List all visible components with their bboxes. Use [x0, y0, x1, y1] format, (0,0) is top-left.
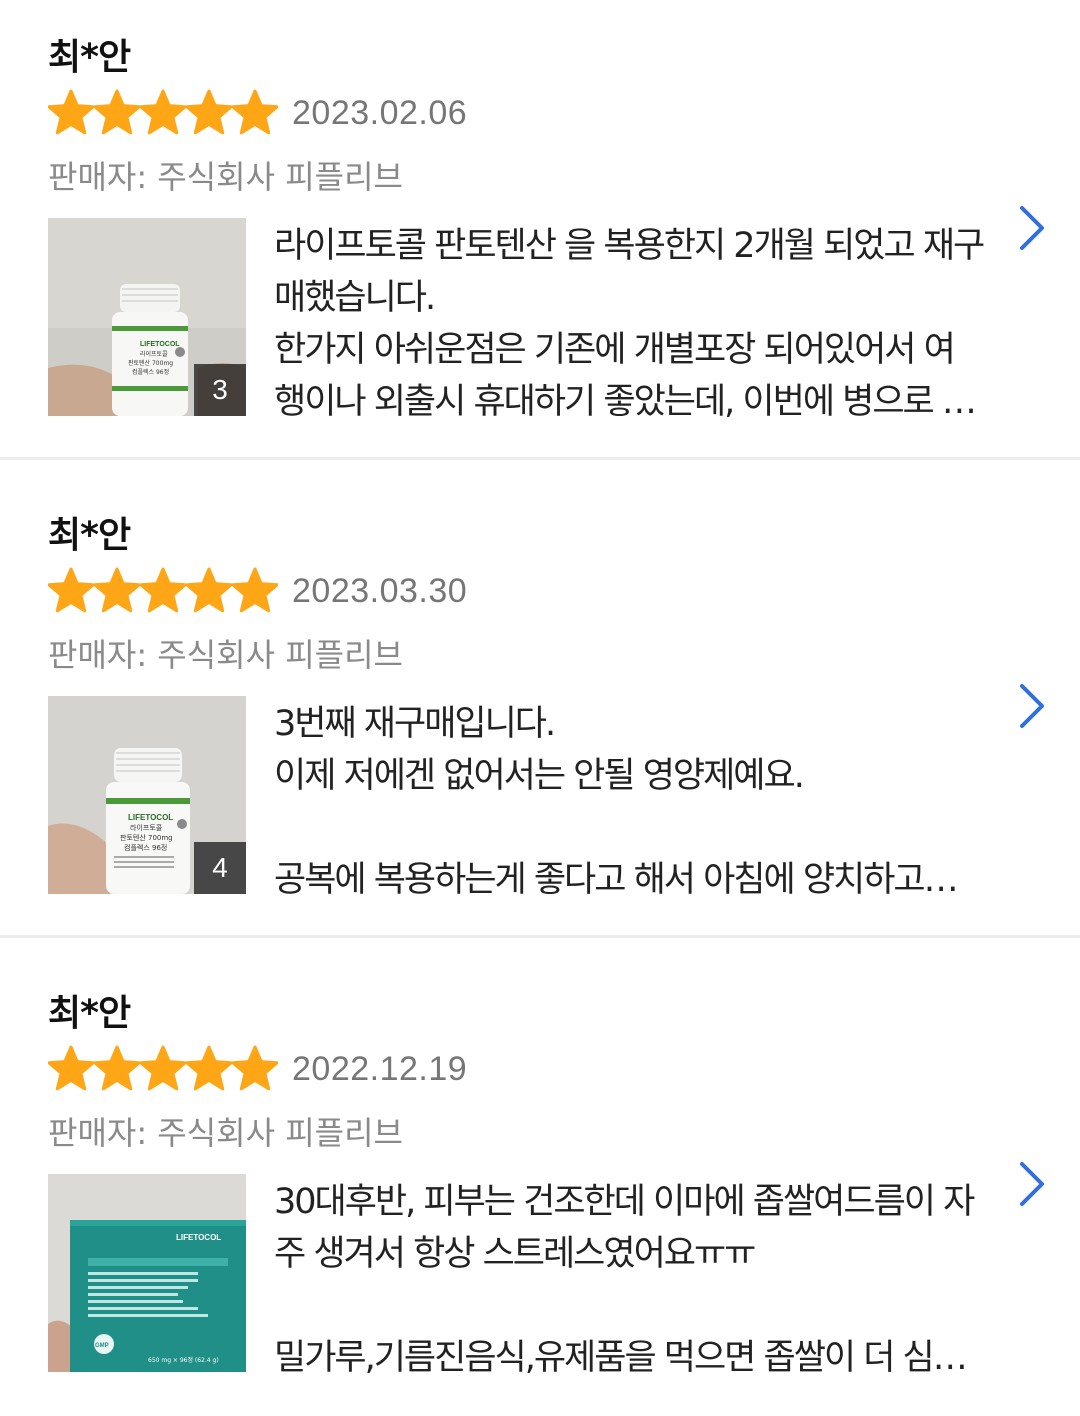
svg-text:컴플렉스 96정: 컴플렉스 96정: [124, 843, 167, 852]
star-icon: [232, 1045, 278, 1093]
review-item[interactable]: 최*안 2023.03.30 판매자: 주식회사 피플리브 LIFETOCOL …: [0, 478, 1080, 938]
svg-text:LIFETOCOL: LIFETOCOL: [140, 341, 180, 348]
review-date: 2023.02.06: [292, 93, 468, 132]
svg-text:라이프토콜: 라이프토콜: [140, 350, 168, 358]
star-icon: [94, 567, 140, 615]
review-date: 2022.12.19: [292, 1049, 468, 1088]
svg-text:GMP: GMP: [95, 1343, 109, 1349]
reviewer-name: 최*안: [48, 993, 131, 1034]
star-icon: [48, 1045, 94, 1093]
star-icon: [186, 567, 232, 615]
star-icon: [232, 89, 278, 137]
star-icon: [48, 567, 94, 615]
review-photo[interactable]: LIFETOCOL 라이프토콜 판토텐산 700mg 컴플렉스 96정 4: [48, 696, 246, 894]
star-icon: [140, 89, 186, 137]
reviewer-name: 최*안: [48, 515, 131, 556]
star-icon: [140, 567, 186, 615]
svg-text:판토텐산 700mg: 판토텐산 700mg: [120, 833, 173, 842]
review-text[interactable]: 30대후반, 피부는 건조한데 이마에 좁쌀여드름이 자주 생겨서 항상 스트레…: [274, 1176, 984, 1386]
star-rating: [48, 89, 278, 137]
review-photo[interactable]: LIFETOCOL 라이프토콜 판토텐산 700mg 컴플렉스 96정 3: [48, 218, 246, 416]
svg-text:라이프토콜: 라이프토콜: [130, 823, 163, 832]
star-icon: [186, 1045, 232, 1093]
chevron-right-icon[interactable]: [1012, 202, 1052, 254]
seller-label: 판매자: 주식회사 피플리브: [48, 158, 403, 196]
review-date: 2023.03.30: [292, 571, 468, 610]
review-text[interactable]: 라이프토콜 판토텐산 을 복용한지 2개월 되었고 재구매했습니다. 한가지 아…: [274, 220, 984, 430]
rating-row: 2022.12.19: [48, 1040, 467, 1098]
chevron-right-icon[interactable]: [1012, 680, 1052, 732]
star-icon: [94, 89, 140, 137]
star-icon: [186, 89, 232, 137]
photo-count-badge: 4: [194, 842, 246, 894]
seller-label: 판매자: 주식회사 피플리브: [48, 636, 403, 674]
svg-text:LIFETOCOL: LIFETOCOL: [176, 1233, 221, 1242]
star-icon: [94, 1045, 140, 1093]
review-text[interactable]: 3번째 재구매입니다. 이제 저에겐 없어서는 안될 영양제예요. 공복에 복용…: [274, 698, 984, 908]
review-photo[interactable]: LIFETOCOL GMP 650 mg × 96정 (62.4 g): [48, 1174, 246, 1372]
star-rating: [48, 1045, 278, 1093]
star-icon: [140, 1045, 186, 1093]
review-item[interactable]: 최*안 2023.02.06 판매자: 주식회사 피플리브 LIFETOCOL …: [0, 0, 1080, 460]
svg-text:컴플렉스 96정: 컴플렉스 96정: [132, 368, 169, 376]
reviewer-name: 최*안: [48, 37, 131, 78]
review-item[interactable]: 최*안 2022.12.19 판매자: 주식회사 피플리브 LIFETOCOL: [0, 956, 1080, 1416]
seller-label: 판매자: 주식회사 피플리브: [48, 1114, 403, 1152]
star-icon: [48, 89, 94, 137]
svg-text:판토텐산 700mg: 판토텐산 700mg: [128, 359, 173, 367]
star-icon: [232, 567, 278, 615]
photo-count-badge: 3: [194, 364, 246, 416]
svg-text:650 mg × 96정 (62.4 g): 650 mg × 96정 (62.4 g): [148, 1357, 219, 1364]
product-box-photo: LIFETOCOL GMP 650 mg × 96정 (62.4 g): [48, 1174, 246, 1372]
star-rating: [48, 567, 278, 615]
chevron-right-icon[interactable]: [1012, 1158, 1052, 1210]
rating-row: 2023.02.06: [48, 84, 467, 142]
rating-row: 2023.03.30: [48, 562, 467, 620]
svg-text:LIFETOCOL: LIFETOCOL: [128, 813, 173, 822]
